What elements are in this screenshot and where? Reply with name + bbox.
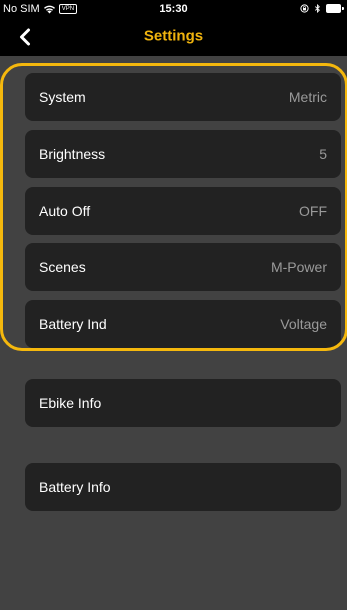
nav-bar: Settings: [0, 20, 347, 54]
setting-row-system[interactable]: System Metric: [25, 73, 341, 121]
setting-value: 5: [319, 146, 327, 162]
setting-value: Voltage: [280, 316, 327, 332]
ebike-info-row[interactable]: Ebike Info: [25, 379, 341, 427]
setting-label: Battery Ind: [39, 316, 107, 332]
bluetooth-icon: [314, 4, 320, 13]
orientation-lock-icon: [300, 4, 309, 13]
settings-content: System Metric Brightness 5 Auto Off OFF …: [0, 56, 347, 610]
status-time: 15:30: [159, 3, 188, 15]
setting-row-auto-off[interactable]: Auto Off OFF: [25, 187, 341, 235]
setting-label: Scenes: [39, 259, 86, 275]
page-title: Settings: [143, 27, 204, 45]
info-label: Ebike Info: [39, 395, 102, 411]
setting-value: Metric: [288, 89, 327, 105]
setting-row-scenes[interactable]: Scenes M-Power: [25, 243, 341, 291]
setting-label: Brightness: [39, 146, 106, 162]
setting-row-battery-ind[interactable]: Battery Ind Voltage: [25, 300, 341, 348]
status-bar: No SIM VPN 15:30: [0, 0, 347, 20]
setting-label: Auto Off: [39, 203, 91, 219]
status-right: [300, 4, 344, 13]
setting-row-brightness[interactable]: Brightness 5: [25, 130, 341, 178]
battery-icon: [326, 4, 344, 13]
setting-value: M-Power: [270, 259, 327, 275]
info-label: Battery Info: [39, 479, 111, 495]
setting-label: System: [39, 89, 86, 105]
setting-value: OFF: [299, 203, 327, 219]
battery-info-row[interactable]: Battery Info: [25, 463, 341, 511]
